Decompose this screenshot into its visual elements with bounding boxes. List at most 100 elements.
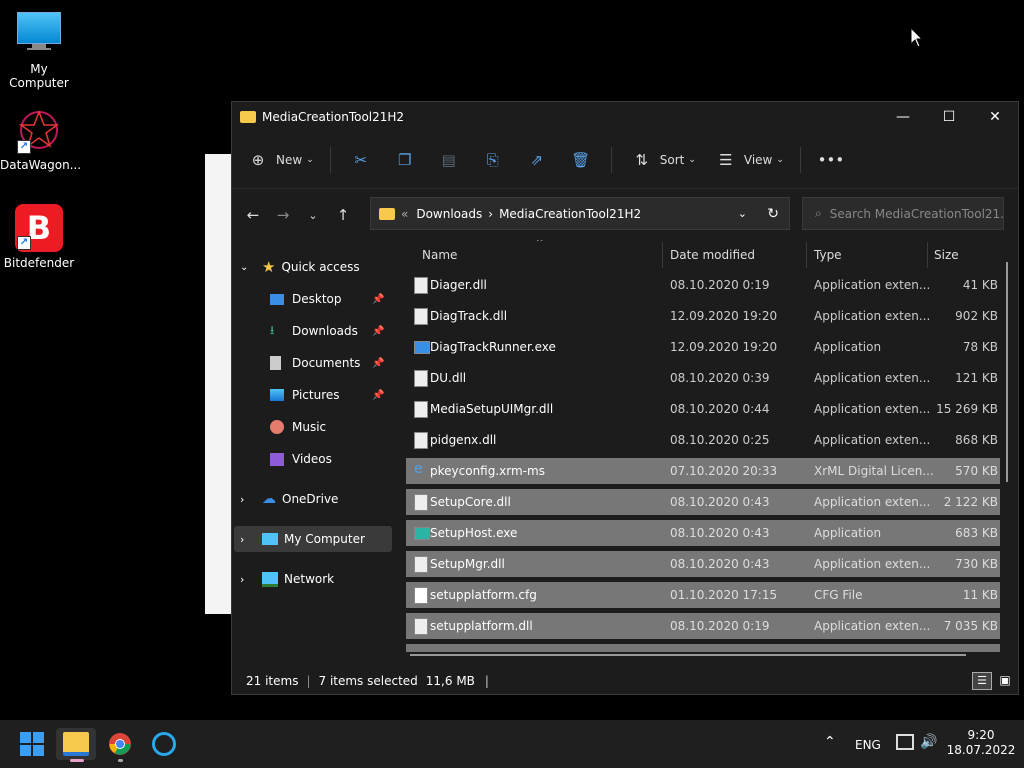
table-row-selected-partial[interactable] [406,644,1000,652]
trash-icon: 🗑 [571,151,591,169]
copy-button[interactable]: ❐ [391,151,419,169]
more-options-button[interactable]: ••• [817,151,845,169]
address-dropdown-icon[interactable]: ⌄ [738,207,747,220]
nav-item-documents[interactable]: Documents 📌 [270,350,392,376]
title-bar[interactable]: MediaCreationTool21H2 — ☐ ✕ [232,102,1018,132]
file-name: pkeyconfig.xrm-ms [430,464,545,478]
copy-icon: ❐ [398,151,412,169]
desktop-icon-label: My Computer [9,62,69,90]
table-row-selected[interactable]: SetupMgr.dll 08.10.2020 0:43 Application… [406,551,1000,577]
table-row-selected[interactable]: setupplatform.cfg 01.10.2020 17:15 CFG F… [406,582,1000,608]
search-box[interactable]: ⌕ Search MediaCreationTool21... [802,197,1004,230]
start-button[interactable] [12,728,52,760]
table-row[interactable]: DiagTrackRunner.exe 12.09.2020 19:20 App… [406,334,1000,360]
tiles-view-button[interactable]: ▣ [996,672,1014,688]
breadcrumb-current[interactable]: MediaCreationTool21H2 [499,207,641,221]
table-row[interactable]: Diager.dll 08.10.2020 0:19 Application e… [406,272,1000,298]
chevron-right-icon: › [240,572,245,586]
column-header-type[interactable]: Type [814,240,842,270]
rename-button[interactable]: ⎘ [479,151,507,169]
new-button[interactable]: ⊕ New ⌄ [244,151,314,169]
nav-my-computer[interactable]: › My Computer [234,526,392,552]
address-bar[interactable]: « Downloads › MediaCreationTool21H2 ⌄ ↻ [370,197,790,230]
table-row-selected[interactable]: SetupCore.dll 08.10.2020 0:43 Applicatio… [406,489,1000,515]
table-row-selected[interactable]: e pkeyconfig.xrm-ms 07.10.2020 20:33 XrM… [406,458,1000,484]
breadcrumb-downloads[interactable]: Downloads [416,207,482,221]
file-type: Application exten... [814,433,931,447]
nav-item-desktop[interactable]: Desktop 📌 [270,286,392,312]
delete-button[interactable]: 🗑 [567,151,595,169]
status-divider: | [306,674,311,688]
column-divider[interactable] [806,242,807,268]
file-name: setupplatform.cfg [430,588,537,602]
file-date: 12.09.2020 19:20 [670,309,778,323]
paste-button[interactable]: ▤ [435,151,463,169]
breadcrumb-overflow[interactable]: « [401,207,408,221]
chevron-down-icon: ⌄ [240,261,249,273]
nav-item-downloads[interactable]: ⭳ Downloads 📌 [270,318,392,344]
table-row[interactable]: DiagTrack.dll 12.09.2020 19:20 Applicati… [406,303,1000,329]
ie-file-icon: e [414,461,423,477]
nav-item-pictures[interactable]: Pictures 📌 [270,382,392,408]
minimize-button[interactable]: — [880,102,926,132]
table-row[interactable]: DU.dll 08.10.2020 0:39 Application exten… [406,365,1000,391]
column-label: Type [814,248,842,262]
column-divider[interactable] [662,242,663,268]
nav-network[interactable]: › Network [240,566,334,592]
taskbar-file-explorer[interactable] [56,728,96,762]
nav-item-music[interactable]: Music [270,414,326,440]
details-view-button[interactable]: ☰ [972,672,992,690]
language-indicator[interactable]: ENG [855,738,881,752]
back-button[interactable]: ← [238,206,268,224]
nav-quick-access[interactable]: ⌄ ★ Quick access [240,254,360,280]
taskbar-cortana[interactable] [144,728,184,760]
share-button[interactable]: ⇗ [523,151,551,169]
table-row[interactable]: pidgenx.dll 08.10.2020 0:25 Application … [406,427,1000,453]
setup-exe-icon [414,527,430,540]
desktop-icon-my-computer[interactable]: My Computer [0,10,78,90]
nav-onedrive[interactable]: › ☁ OneDrive [240,486,338,512]
close-button[interactable]: ✕ [972,102,1018,132]
taskbar: ⌃ ENG 🔊 9:20 18.07.2022 [0,720,1024,768]
horizontal-scrollbar[interactable] [410,654,966,656]
up-button[interactable]: ↑ [328,206,358,224]
column-header-name[interactable]: Name [422,240,457,270]
file-list: Name ^ Date modified Type Size Diager.dl… [406,240,1002,660]
table-row-selected[interactable]: SetupHost.exe 08.10.2020 0:43 Applicatio… [406,520,1000,546]
column-divider[interactable] [927,242,928,268]
desktop-icon-bitdefender[interactable]: B ↗ Bitdefender [0,204,78,270]
chevron-down-icon: ⌄ [688,155,696,165]
view-button[interactable]: ☰ View ⌄ [712,151,784,169]
column-header-date[interactable]: Date modified [670,240,755,270]
taskbar-chrome[interactable] [100,728,140,762]
file-size: 78 KB [962,340,998,354]
show-hidden-icons-button[interactable]: ⌃ [824,734,836,750]
volume-icon[interactable]: 🔊 [920,734,937,750]
file-size: 41 KB [962,278,998,292]
column-header-size[interactable]: Size [934,240,959,270]
clock-date: 18.07.2022 [946,743,1016,757]
file-name: SetupHost.exe [430,526,518,540]
breadcrumb-separator: › [488,206,494,221]
vertical-scrollbar[interactable] [1006,262,1008,482]
file-size: 7 035 KB [943,619,998,633]
clock[interactable]: 9:20 18.07.2022 [946,728,1016,758]
nav-item-videos[interactable]: Videos [270,446,332,472]
file-size: 902 KB [955,309,998,323]
forward-button[interactable]: → [268,206,298,224]
maximize-button[interactable]: ☐ [926,102,972,132]
table-row-selected[interactable]: setupplatform.dll 08.10.2020 0:19 Applic… [406,613,1000,639]
file-type: Application exten... [814,557,931,571]
refresh-icon[interactable]: ↻ [767,206,779,222]
table-row[interactable]: MediaSetupUIMgr.dll 08.10.2020 0:44 Appl… [406,396,1000,422]
share-icon: ⇗ [530,151,544,169]
recent-locations-button[interactable]: ⌄ [298,209,328,222]
file-size: 683 KB [955,526,998,540]
desktop-icon-datawagon[interactable]: ↗ DataWagon... [0,108,81,172]
document-icon [270,356,281,370]
file-size: 730 KB [955,557,998,571]
network-icon[interactable] [896,734,914,750]
cut-button[interactable]: ✂ [347,151,375,169]
sort-button[interactable]: ⇅ Sort ⌄ [628,151,696,169]
file-explorer-window: MediaCreationTool21H2 — ☐ ✕ ⊕ New ⌄ ✂ ❐ … [231,101,1019,695]
